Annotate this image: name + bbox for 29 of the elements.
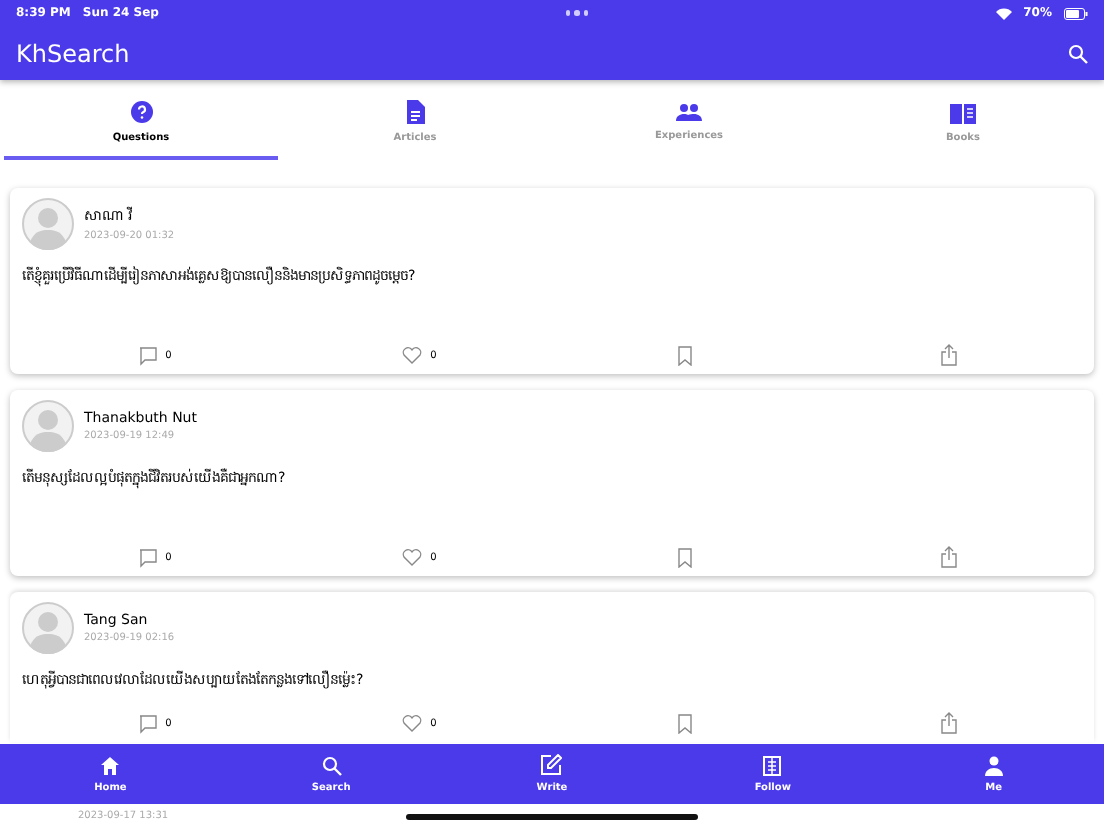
share-icon[interactable]: [940, 546, 959, 568]
bookmark-icon[interactable]: [677, 547, 692, 567]
comment-icon[interactable]: [137, 713, 158, 733]
bookmark-icon[interactable]: [677, 713, 692, 733]
home-icon: [100, 755, 121, 775]
help-icon: [129, 100, 153, 124]
pencil-icon: [540, 754, 563, 776]
heart-icon[interactable]: [402, 714, 423, 732]
share-icon[interactable]: [940, 344, 959, 366]
search-icon: [321, 755, 342, 775]
people-icon: [676, 102, 702, 122]
share-icon[interactable]: [940, 712, 959, 734]
avatar-icon: [22, 602, 74, 654]
multitask-icon[interactable]: [565, 10, 589, 16]
heart-icon[interactable]: [402, 548, 423, 566]
wifi-icon: [995, 7, 1012, 19]
comment-icon[interactable]: [137, 547, 158, 567]
battery-icon: [1064, 7, 1088, 19]
list-icon: [762, 755, 783, 775]
app-title: KhSearch: [16, 39, 132, 67]
search-icon[interactable]: [1068, 43, 1088, 63]
document-icon: [404, 100, 426, 124]
book-icon: [950, 101, 976, 123]
avatar-icon: [22, 198, 74, 250]
avatar-icon: [22, 400, 74, 452]
heart-icon[interactable]: [402, 346, 423, 364]
person-icon: [983, 755, 1004, 775]
comment-icon[interactable]: [137, 345, 158, 365]
bookmark-icon[interactable]: [677, 345, 692, 365]
